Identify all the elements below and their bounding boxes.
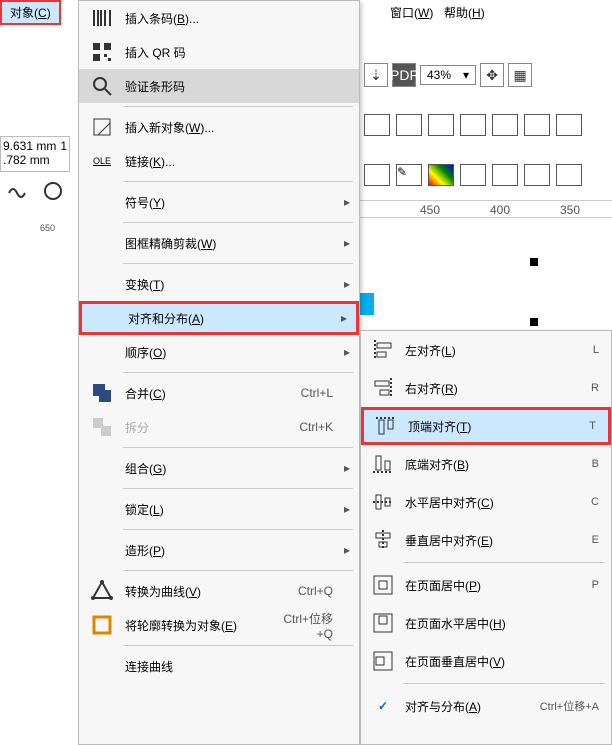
mi-verify-barcode[interactable]: 验证条形码 bbox=[79, 69, 359, 103]
object-menu: 插入条码(B)... 插入 QR 码 验证条形码 插入新对象(W)... OLE… bbox=[78, 0, 360, 745]
mi-align-right[interactable]: 右对齐(R)R bbox=[361, 369, 611, 407]
qr-icon bbox=[89, 39, 115, 65]
mi-insert-qr[interactable]: 插入 QR 码 bbox=[79, 35, 359, 69]
separator bbox=[123, 372, 353, 373]
separator bbox=[403, 562, 605, 563]
verify-icon bbox=[89, 73, 115, 99]
left-panel: 9.631 mm1 .782 mm 650 bbox=[0, 28, 78, 188]
mi-powerclip[interactable]: 图框精确剪裁(W)▸ bbox=[79, 226, 359, 260]
op-icon[interactable] bbox=[524, 164, 550, 186]
mi-align-top[interactable]: 顶端对齐(T)T bbox=[361, 407, 611, 445]
separator bbox=[123, 447, 353, 448]
pdf-icon[interactable]: PDF bbox=[392, 63, 416, 87]
op-icon[interactable] bbox=[460, 164, 486, 186]
mi-align-hcenter[interactable]: 水平居中对齐(C)C bbox=[361, 483, 611, 521]
palette-icon[interactable] bbox=[428, 164, 454, 186]
tool-icon[interactable] bbox=[4, 178, 30, 204]
op-icon[interactable] bbox=[428, 114, 454, 136]
mi-symbol[interactable]: 符号(Y)▸ bbox=[79, 185, 359, 219]
op-icon[interactable] bbox=[364, 114, 390, 136]
snap-icon[interactable]: ✥ bbox=[480, 63, 504, 87]
separator bbox=[123, 263, 353, 264]
barcode-icon bbox=[89, 5, 115, 31]
selection-edge[interactable] bbox=[360, 293, 374, 315]
mi-join-curve[interactable]: 连接曲线 bbox=[79, 649, 359, 683]
mi-break: 拆分Ctrl+K bbox=[79, 410, 359, 444]
export-icon[interactable]: ⇣ bbox=[364, 63, 388, 87]
curve-icon bbox=[89, 578, 115, 604]
op-icon[interactable] bbox=[492, 114, 518, 136]
outline-icon bbox=[89, 612, 115, 638]
op-icon[interactable] bbox=[460, 114, 486, 136]
break-icon bbox=[89, 414, 115, 440]
mi-align-vcenter[interactable]: 垂直居中对齐(E)E bbox=[361, 521, 611, 559]
ruler: 450 400 350 bbox=[360, 200, 612, 218]
mi-link[interactable]: OLE 链接(K)... bbox=[79, 144, 359, 178]
grid-icon[interactable]: ▦ bbox=[508, 63, 532, 87]
mi-align-left[interactable]: 左对齐(L)L bbox=[361, 331, 611, 369]
separator bbox=[123, 645, 353, 646]
mi-order[interactable]: 顺序(O)▸ bbox=[79, 335, 359, 369]
separator bbox=[123, 181, 353, 182]
zoom-combo[interactable]: 43%▾ bbox=[420, 65, 476, 85]
ole-icon: OLE bbox=[89, 148, 115, 174]
align-right-icon bbox=[370, 375, 396, 401]
op-icon[interactable] bbox=[492, 164, 518, 186]
mi-align-bottom[interactable]: 底端对齐(B)B bbox=[361, 445, 611, 483]
page-vcenter-icon bbox=[370, 648, 396, 674]
dimensions-box: 9.631 mm1 .782 mm bbox=[0, 136, 70, 172]
combine-icon bbox=[89, 380, 115, 406]
align-submenu: 左对齐(L)L 右对齐(R)R 顶端对齐(T)T 底端对齐(B)B 水平居中对齐… bbox=[360, 330, 612, 745]
color-ops-row: ✎ bbox=[360, 160, 612, 190]
insert-object-icon bbox=[89, 114, 115, 140]
mi-page-vcenter[interactable]: 在页面垂直居中(V) bbox=[361, 642, 611, 680]
mi-combine[interactable]: 合并(C)Ctrl+L bbox=[79, 376, 359, 410]
eyedropper-icon[interactable]: ✎ bbox=[396, 164, 422, 186]
separator bbox=[123, 529, 353, 530]
separator bbox=[123, 570, 353, 571]
mi-outline-to-obj[interactable]: 将轮廓转换为对象(E)Ctrl+位移+Q bbox=[79, 608, 359, 642]
separator bbox=[123, 222, 353, 223]
mi-align-dialog[interactable]: ✓ 对齐与分布(A)Ctrl+位移+A bbox=[361, 687, 611, 725]
align-left-icon bbox=[370, 337, 396, 363]
mi-shape[interactable]: 造形(P)▸ bbox=[79, 533, 359, 567]
selection-handle[interactable] bbox=[530, 258, 538, 266]
mi-align-distribute[interactable]: 对齐和分布(A)▸ bbox=[79, 301, 359, 335]
tool-icon[interactable] bbox=[40, 178, 66, 204]
menu-object[interactable]: 对象(C) bbox=[0, 0, 61, 25]
shape-ops-row bbox=[360, 110, 612, 140]
op-icon[interactable] bbox=[556, 114, 582, 136]
selection-handle[interactable] bbox=[530, 318, 538, 326]
page-center-icon bbox=[370, 572, 396, 598]
op-icon[interactable] bbox=[364, 164, 390, 186]
ruler-tick: 650 bbox=[40, 223, 55, 233]
mi-group[interactable]: 组合(G)▸ bbox=[79, 451, 359, 485]
page-hcenter-icon bbox=[370, 610, 396, 636]
op-icon[interactable] bbox=[556, 164, 582, 186]
op-icon[interactable] bbox=[396, 114, 422, 136]
separator bbox=[123, 488, 353, 489]
mi-to-curve[interactable]: 转换为曲线(V)Ctrl+Q bbox=[79, 574, 359, 608]
mi-lock[interactable]: 锁定(L)▸ bbox=[79, 492, 359, 526]
menu-help[interactable]: 帮助(H) bbox=[434, 0, 495, 25]
separator bbox=[123, 106, 353, 107]
separator bbox=[403, 683, 605, 684]
align-hcenter-icon bbox=[370, 489, 396, 515]
toolbar: ⇣ PDF 43%▾ ✥ ▦ bbox=[360, 60, 612, 90]
mi-transform[interactable]: 变换(T)▸ bbox=[79, 267, 359, 301]
align-bottom-icon bbox=[370, 451, 396, 477]
mi-page-center[interactable]: 在页面居中(P)P bbox=[361, 566, 611, 604]
mi-insert-barcode[interactable]: 插入条码(B)... bbox=[79, 1, 359, 35]
mi-insert-new[interactable]: 插入新对象(W)... bbox=[79, 110, 359, 144]
align-top-icon bbox=[373, 413, 399, 439]
align-vcenter-icon bbox=[370, 527, 396, 553]
mi-page-hcenter[interactable]: 在页面水平居中(H) bbox=[361, 604, 611, 642]
check-icon: ✓ bbox=[378, 699, 388, 713]
op-icon[interactable] bbox=[524, 114, 550, 136]
